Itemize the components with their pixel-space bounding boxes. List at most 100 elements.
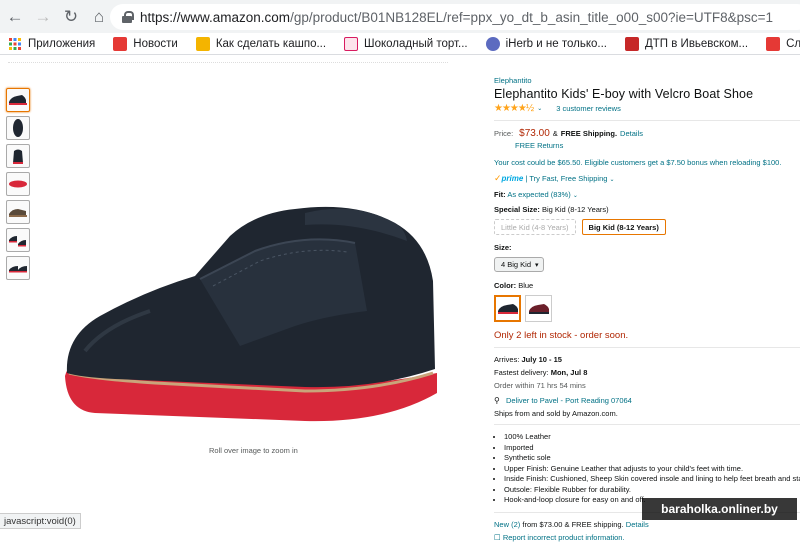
product-main-image[interactable]	[55, 151, 445, 441]
report-link[interactable]: Report incorrect product information.	[503, 533, 625, 542]
prime-logo: prime	[501, 174, 524, 183]
thumbnail-strip	[6, 88, 30, 284]
bookmark-news[interactable]: Новости	[113, 36, 178, 51]
new-offers-link[interactable]: New	[494, 520, 509, 529]
chevron-down-icon[interactable]: ⌄	[537, 105, 542, 112]
fit-label: Fit:	[494, 190, 506, 199]
new-offers-details-link[interactable]: Details	[626, 520, 649, 529]
bookmark-label: iHerb и не только...	[505, 37, 607, 50]
bookmark-label: Шоколадный торт...	[364, 37, 468, 50]
address-bar[interactable]: https://www.amazon.com/gp/product/B01NB1…	[110, 4, 800, 30]
browser-toolbar: ← → ↻ ⌂ https://www.amazon.com/gp/produc…	[0, 0, 800, 33]
order-within: Order within 71 hrs 54 mins	[494, 381, 586, 390]
bookmark-label: Как сделать кашпо...	[215, 37, 327, 50]
thumbnail-side[interactable]	[6, 88, 30, 112]
divider	[494, 347, 800, 348]
size-label: Size:	[494, 243, 512, 252]
bookmark-iherb[interactable]: iHerb и не только...	[485, 36, 607, 51]
prime-check-icon: ✓	[494, 173, 502, 183]
chevron-down-icon[interactable]: ⌄	[573, 193, 578, 199]
thumbnail-top[interactable]	[6, 116, 30, 140]
star-rating[interactable]: ★★★★½	[494, 103, 534, 114]
new-offers-count[interactable]: (2)	[511, 520, 520, 529]
bookmark-optical[interactable]: Случайные оптиче...	[766, 36, 800, 51]
reviews-link[interactable]: 3 customer reviews	[556, 104, 621, 113]
arrives-label: Arrives:	[494, 355, 520, 364]
price-value: $73.00	[519, 128, 550, 139]
bookmark-dtp[interactable]: ДТП в Ивьевском...	[624, 36, 749, 51]
zoom-hint: Roll over image to zoom in	[209, 446, 298, 455]
user-icon	[485, 36, 500, 51]
list-item: Synthetic sole	[504, 453, 800, 464]
list-item: 100% Leather	[504, 432, 800, 443]
divider	[494, 424, 800, 425]
special-size-value: Big Kid (8-12 Years)	[541, 205, 609, 214]
feature-bullets: 100% Leather Imported Synthetic sole Upp…	[504, 432, 800, 506]
prime-try-link[interactable]: | Try Fast, Free Shipping	[525, 174, 607, 183]
size-option-little-kid[interactable]: Little Kid (4-8 Years)	[494, 219, 576, 235]
bookmarks-bar: Приложения Новости Как сделать кашпо... …	[0, 33, 800, 55]
amp: &	[552, 129, 558, 138]
lock-icon	[122, 11, 134, 23]
color-value: Blue	[518, 281, 534, 290]
price-label: Price:	[494, 129, 514, 138]
lm-icon	[195, 36, 210, 51]
size-dropdown-value: 4 Big Kid	[501, 260, 532, 269]
special-size-label: Special Size:	[494, 205, 540, 214]
info-icon	[766, 36, 781, 51]
color-label: Color:	[494, 281, 517, 290]
arrives-value: July 10 - 15	[521, 355, 562, 364]
back-arrow-icon[interactable]: ←	[2, 4, 28, 30]
home-icon[interactable]: ⌂	[86, 4, 112, 30]
status-bar: javascript:void(0)	[0, 513, 81, 529]
apps-grid-icon	[8, 37, 22, 51]
deliver-to-link[interactable]: Deliver to Pavel - Port Reading 07064	[506, 396, 632, 405]
forward-arrow-icon[interactable]: →	[30, 4, 56, 30]
bookmark-label: Приложения	[28, 37, 96, 50]
thumbnail-pair-alt[interactable]	[6, 256, 30, 280]
size-dropdown[interactable]: 4 Big Kid ▾	[494, 257, 544, 272]
color-swatch-blue[interactable]	[494, 295, 521, 322]
breadcrumb-divider	[8, 62, 448, 63]
comment-icon: ☐	[494, 532, 501, 542]
ships-from: Ships from and sold by Amazon.com.	[494, 409, 618, 418]
thumbnail-sole[interactable]	[6, 172, 30, 196]
url-path: /gp/product/B01NB128EL/ref=ppx_yo_dt_b_a…	[290, 9, 774, 25]
new-offers-text: from $73.00 & FREE shipping.	[522, 519, 624, 529]
fastest-value: Mon, Jul 8	[550, 368, 588, 377]
product-page: Roll over image to zoom in Elephantito E…	[0, 56, 800, 542]
location-pin-icon: ⚲	[494, 396, 500, 405]
size-option-big-kid[interactable]: Big Kid (8-12 Years)	[581, 219, 666, 235]
car-icon	[624, 36, 639, 51]
thumbnail-back[interactable]	[6, 200, 30, 224]
reload-icon[interactable]: ↻	[58, 4, 84, 30]
bookmark-label: ДТП в Ивьевском...	[644, 37, 749, 50]
fit-value-link[interactable]: As expected (83%)	[507, 190, 570, 199]
shipping-details-link[interactable]: Details	[620, 129, 643, 138]
product-details: Elephantito Elephantito Kids' E-boy with…	[494, 76, 800, 542]
free-returns-link[interactable]: FREE Returns	[515, 141, 800, 150]
product-title: Elephantito Kids' E-boy with Velcro Boat…	[494, 87, 754, 101]
thumbnail-pair[interactable]	[6, 228, 30, 252]
stock-status: Only 2 left in stock - order soon.	[494, 330, 629, 341]
list-item: Upper Finish: Genuine Leather that adjus…	[504, 464, 800, 475]
list-item: Imported	[504, 443, 800, 454]
bookmark-label: Случайные оптиче...	[786, 37, 800, 50]
bookmark-cake[interactable]: Шоколадный торт...	[344, 36, 468, 51]
bookmark-apps[interactable]: Приложения	[8, 37, 95, 51]
cake-icon	[344, 36, 359, 51]
promo-text[interactable]: Your cost could be $65.50. Eligible cust…	[494, 158, 800, 167]
url-host: https://www.amazon.com	[140, 9, 291, 25]
list-item: Outsole: Flexible Rubber for durability.	[504, 485, 800, 496]
divider	[494, 120, 800, 121]
thumbnail-front[interactable]	[6, 144, 30, 168]
bookmark-label: Новости	[133, 37, 178, 50]
chevron-down-icon[interactable]: ⌄	[610, 177, 615, 183]
fastest-label: Fastest delivery:	[494, 368, 549, 377]
chevron-down-icon: ▾	[535, 261, 539, 269]
news-icon	[113, 36, 128, 51]
color-swatch-burgundy[interactable]	[525, 295, 552, 322]
bookmark-kashpo[interactable]: Как сделать кашпо...	[195, 36, 327, 51]
watermark: baraholka.onliner.by	[642, 498, 797, 520]
brand-link[interactable]: Elephantito	[494, 76, 800, 85]
